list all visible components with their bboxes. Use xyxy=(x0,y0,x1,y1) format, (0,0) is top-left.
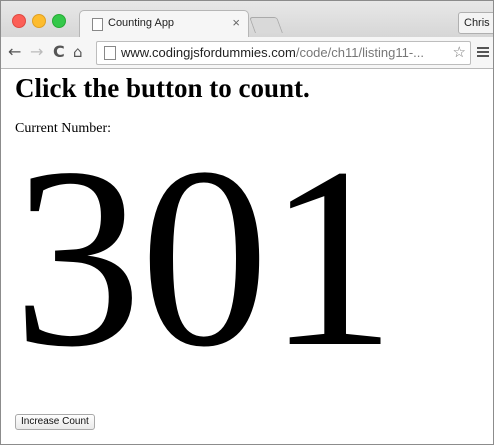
tab-strip: Counting App × Chris xyxy=(1,1,493,38)
url-path: /code/ch11/listing11-... xyxy=(295,45,424,60)
maximize-window-button[interactable] xyxy=(52,14,66,28)
url-text[interactable]: www.codingjsfordummies.com/code/ch11/lis… xyxy=(121,45,424,60)
bookmark-star-icon[interactable]: ☆ xyxy=(453,43,466,61)
increase-count-button[interactable]: Increase Count xyxy=(15,414,95,430)
tab-close-icon[interactable]: × xyxy=(232,15,240,30)
tab-counting-app[interactable]: Counting App × xyxy=(79,10,249,38)
home-icon[interactable]: ⌂ xyxy=(73,42,83,62)
back-icon[interactable]: ← xyxy=(8,42,21,62)
browser-window: Counting App × Chris ← → C ⌂ www.codingj… xyxy=(0,0,494,445)
page-heading: Click the button to count. xyxy=(15,73,310,103)
profile-button[interactable]: Chris xyxy=(458,12,493,34)
menu-bar xyxy=(477,47,489,49)
hamburger-menu-icon[interactable] xyxy=(477,47,489,58)
tab-title: Counting App xyxy=(108,17,175,29)
reload-icon[interactable]: C xyxy=(53,42,65,62)
forward-icon[interactable]: → xyxy=(30,42,43,62)
menu-bar xyxy=(477,51,489,53)
url-host: www.codingjsfordummies.com xyxy=(121,45,296,60)
address-bar[interactable]: www.codingjsfordummies.com/code/ch11/lis… xyxy=(96,41,471,65)
page-icon xyxy=(104,46,116,60)
minimize-window-button[interactable] xyxy=(32,14,46,28)
page-content: Click the button to count. Current Numbe… xyxy=(1,69,493,444)
count-display: 301 xyxy=(13,114,396,400)
browser-toolbar: ← → C ⌂ www.codingjsfordummies.com/code/… xyxy=(1,37,493,69)
page-icon xyxy=(92,18,103,31)
new-tab-button[interactable] xyxy=(249,17,283,33)
menu-bar xyxy=(477,55,489,57)
close-window-button[interactable] xyxy=(12,14,26,28)
